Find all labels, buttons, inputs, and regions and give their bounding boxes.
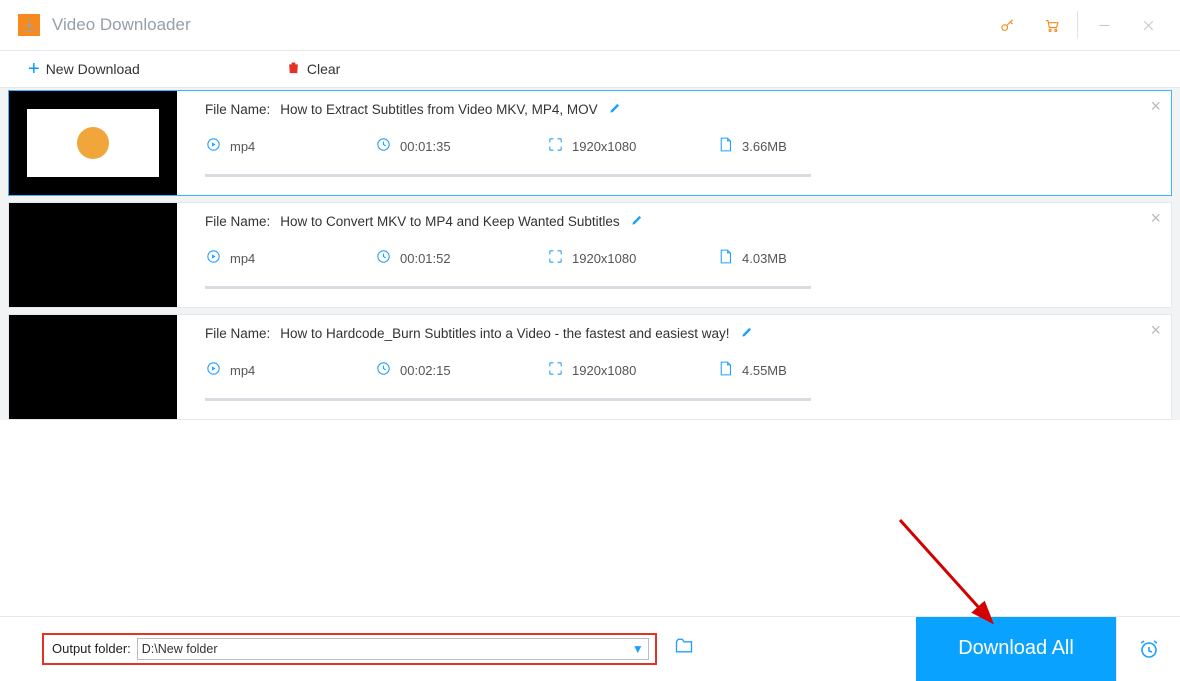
scheduler-button[interactable]: [1116, 617, 1180, 681]
format-icon: [205, 248, 222, 268]
duration-cell: 00:01:52: [375, 248, 547, 268]
chevron-down-icon: ▼: [632, 642, 644, 656]
card-body: File Name: How to Hardcode_Burn Subtitles…: [177, 315, 1171, 419]
resolution-value: 1920x1080: [572, 363, 636, 378]
progress-bar: [205, 398, 811, 401]
card-body: File Name: How to Convert MKV to MP4 and …: [177, 203, 1171, 307]
download-all-label: Download All: [958, 637, 1074, 660]
file-name-label: File Name:: [205, 102, 270, 117]
app-logo-icon: [18, 14, 40, 36]
size-value: 4.03MB: [742, 251, 787, 266]
titlebar-divider: [1077, 11, 1078, 39]
clear-label: Clear: [307, 61, 340, 77]
file-icon: [717, 248, 734, 268]
file-name-value: How to Extract Subtitles from Video MKV,…: [280, 102, 597, 117]
size-value: 4.55MB: [742, 363, 787, 378]
format-value: mp4: [230, 363, 255, 378]
size-cell: 3.66MB: [717, 136, 867, 156]
output-folder-combo[interactable]: D:\New folder ▼: [137, 638, 649, 660]
format-icon: [205, 136, 222, 156]
size-cell: 4.03MB: [717, 248, 867, 268]
browse-folder-button[interactable]: [673, 636, 695, 661]
size-value: 3.66MB: [742, 139, 787, 154]
output-folder-value: D:\New folder: [142, 642, 218, 656]
file-meta-row: mp4 00:02:15 1920x1080 4.55MB: [205, 360, 1151, 380]
output-folder-label: Output folder:: [52, 641, 131, 656]
edit-name-button[interactable]: [630, 213, 644, 230]
resolution-value: 1920x1080: [572, 139, 636, 154]
format-cell: mp4: [205, 248, 375, 268]
file-meta-row: mp4 00:01:52 1920x1080 4.03MB: [205, 248, 1151, 268]
minimize-button[interactable]: [1082, 5, 1126, 45]
file-name-value: How to Hardcode_Burn Subtitles into a Vi…: [280, 326, 729, 341]
file-name-label: File Name:: [205, 214, 270, 229]
file-name-value: How to Convert MKV to MP4 and Keep Wante…: [280, 214, 619, 229]
video-thumbnail[interactable]: [9, 91, 177, 195]
cart-icon[interactable]: [1029, 5, 1073, 45]
video-thumbnail[interactable]: [9, 315, 177, 419]
format-cell: mp4: [205, 136, 375, 156]
file-icon: [717, 136, 734, 156]
maximize-icon: [547, 136, 564, 156]
new-download-button[interactable]: + New Download: [0, 59, 168, 79]
format-cell: mp4: [205, 360, 375, 380]
download-card[interactable]: File Name: How to Extract Subtitles from …: [8, 90, 1172, 196]
thumbnail-graphic: [77, 127, 109, 159]
toolbar: + New Download Clear: [0, 50, 1180, 88]
key-icon[interactable]: [985, 5, 1029, 45]
edit-name-button[interactable]: [608, 101, 622, 118]
download-all-button[interactable]: Download All: [916, 617, 1116, 681]
download-card[interactable]: File Name: How to Convert MKV to MP4 and …: [8, 202, 1172, 308]
footer: Output folder: D:\New folder ▼ Download …: [0, 616, 1180, 680]
duration-cell: 00:02:15: [375, 360, 547, 380]
resolution-value: 1920x1080: [572, 251, 636, 266]
resolution-cell: 1920x1080: [547, 136, 717, 156]
duration-cell: 00:01:35: [375, 136, 547, 156]
file-name-label: File Name:: [205, 326, 270, 341]
plus-icon: +: [28, 59, 40, 79]
maximize-icon: [547, 360, 564, 380]
format-value: mp4: [230, 139, 255, 154]
remove-item-button[interactable]: ×: [1150, 321, 1161, 339]
remove-item-button[interactable]: ×: [1150, 97, 1161, 115]
card-body: File Name: How to Extract Subtitles from …: [177, 91, 1171, 195]
progress-bar: [205, 174, 811, 177]
titlebar: Video Downloader: [0, 0, 1180, 50]
file-meta-row: mp4 00:01:35 1920x1080 3.66MB: [205, 136, 1151, 156]
remove-item-button[interactable]: ×: [1150, 209, 1161, 227]
app-title: Video Downloader: [52, 15, 191, 35]
clock-icon: [375, 136, 392, 156]
progress-bar: [205, 286, 811, 289]
resolution-cell: 1920x1080: [547, 360, 717, 380]
output-folder-wrap: Output folder: D:\New folder ▼: [42, 633, 657, 665]
duration-value: 00:01:52: [400, 251, 451, 266]
size-cell: 4.55MB: [717, 360, 867, 380]
edit-name-button[interactable]: [740, 325, 754, 342]
download-list: File Name: How to Extract Subtitles from …: [0, 88, 1180, 420]
duration-value: 00:01:35: [400, 139, 451, 154]
file-name-row: File Name: How to Hardcode_Burn Subtitles…: [205, 325, 1151, 342]
video-thumbnail[interactable]: [9, 203, 177, 307]
clock-icon: [375, 248, 392, 268]
new-download-label: New Download: [46, 61, 140, 77]
resolution-cell: 1920x1080: [547, 248, 717, 268]
file-name-row: File Name: How to Extract Subtitles from …: [205, 101, 1151, 118]
format-value: mp4: [230, 251, 255, 266]
clear-button[interactable]: Clear: [258, 60, 368, 78]
file-icon: [717, 360, 734, 380]
close-button[interactable]: [1126, 5, 1170, 45]
download-card[interactable]: File Name: How to Hardcode_Burn Subtitles…: [8, 314, 1172, 420]
trash-icon: [286, 60, 301, 78]
clock-icon: [375, 360, 392, 380]
maximize-icon: [547, 248, 564, 268]
file-name-row: File Name: How to Convert MKV to MP4 and …: [205, 213, 1151, 230]
duration-value: 00:02:15: [400, 363, 451, 378]
format-icon: [205, 360, 222, 380]
